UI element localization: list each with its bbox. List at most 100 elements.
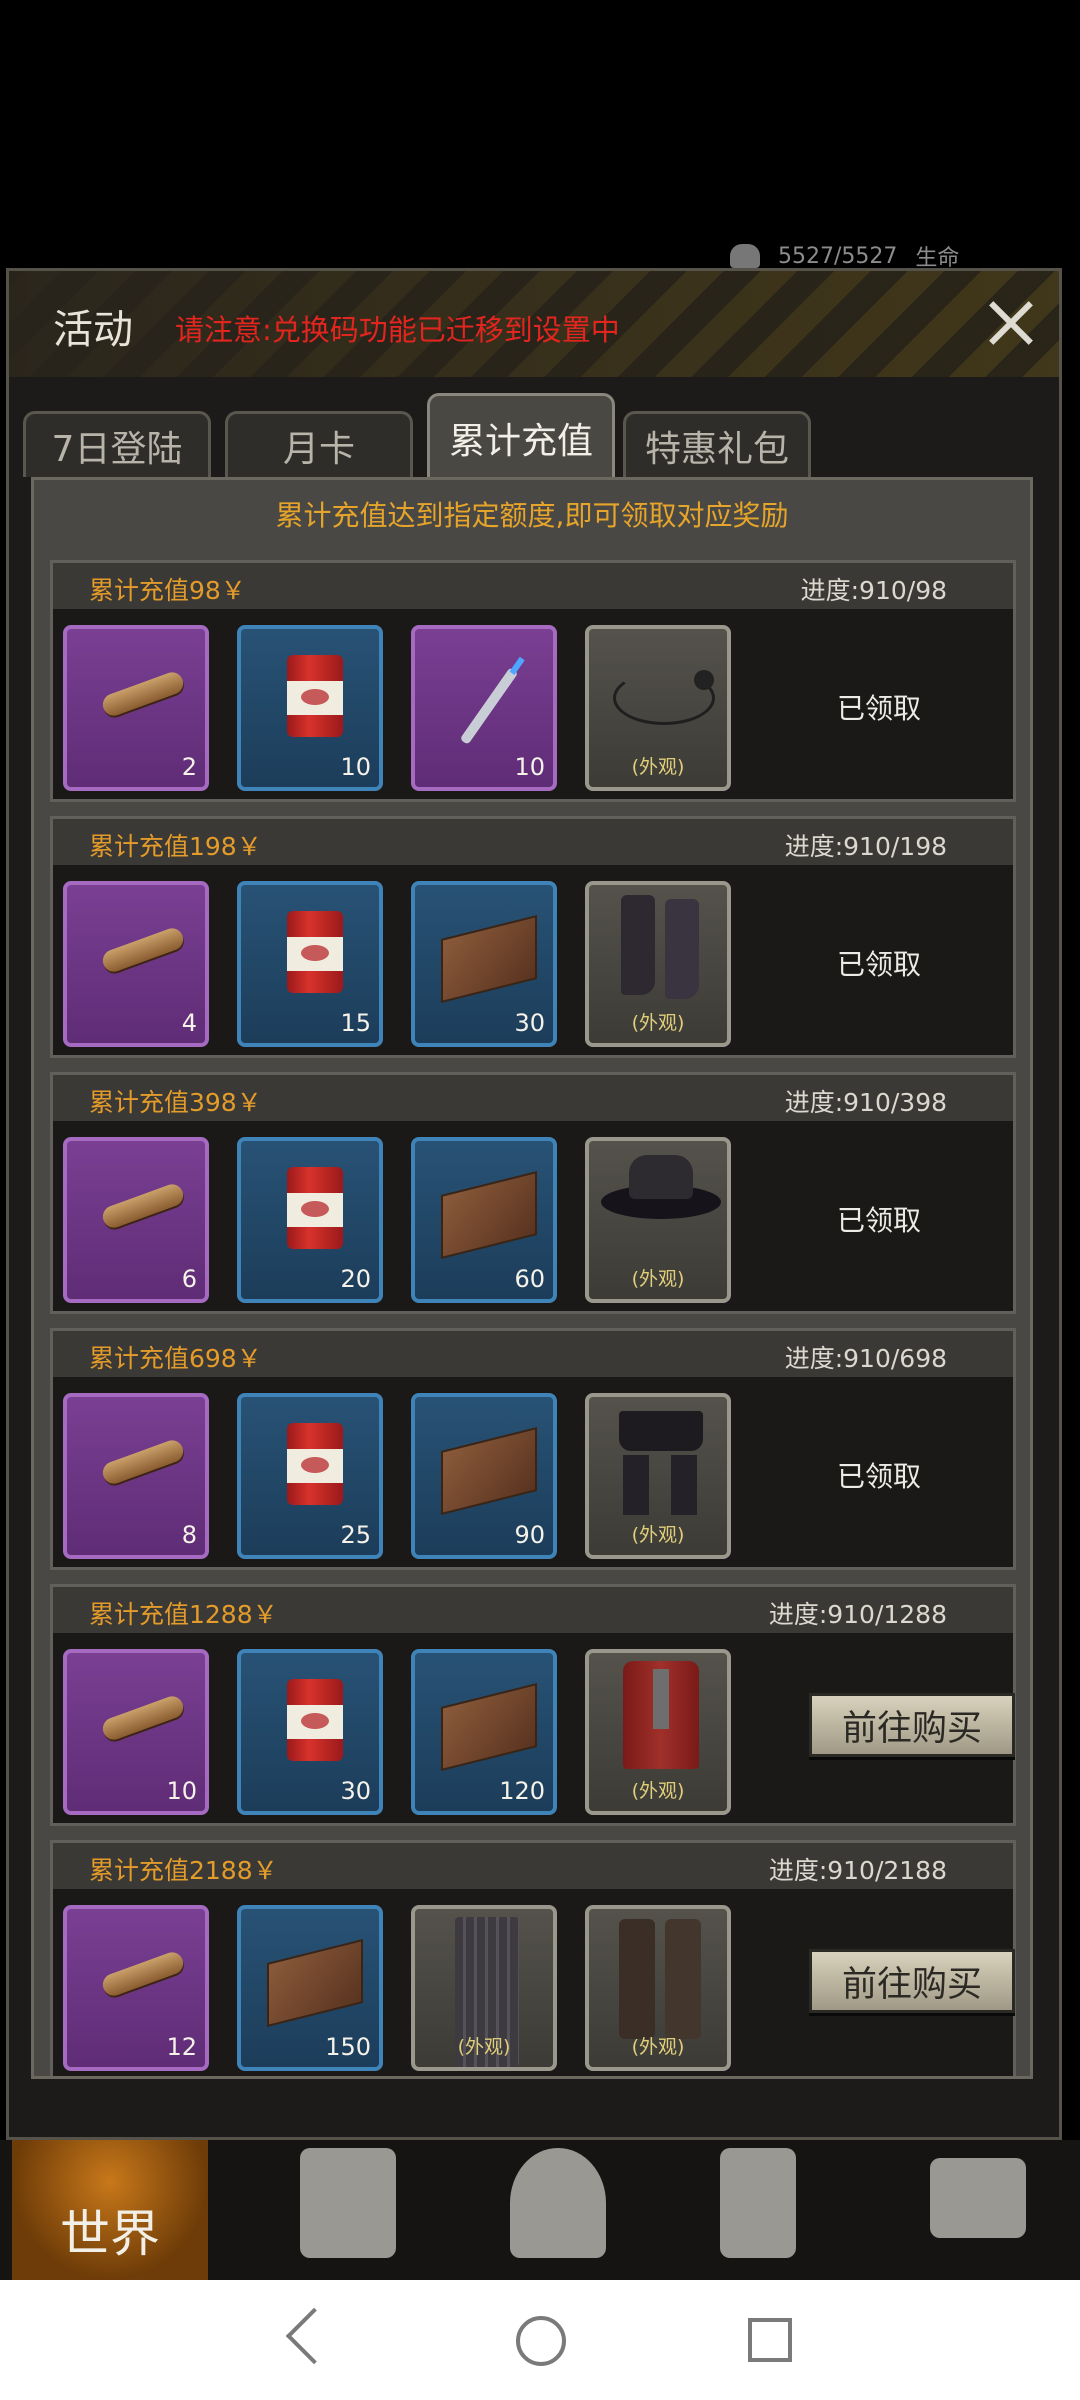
reward-item-slot[interactable]: 15 bbox=[237, 881, 383, 1047]
reward-tier-header: 累计充值398￥ 进度:910/398 bbox=[53, 1075, 1013, 1121]
meat-can-icon bbox=[287, 1167, 343, 1249]
reward-item-slot[interactable]: 10 bbox=[411, 625, 557, 791]
reward-tier: 累计充值698￥ 进度:910/698 8 25 90 (外观) 已领取 bbox=[50, 1328, 1016, 1570]
reward-item-slot[interactable]: (外观) bbox=[585, 1905, 731, 2071]
item-count: 6 bbox=[181, 1265, 197, 1293]
boots-icon bbox=[621, 895, 655, 995]
cigar-icon bbox=[99, 1181, 187, 1231]
reward-item-slot[interactable]: (外观) bbox=[585, 1137, 731, 1303]
stamina-value: 5527/5527 bbox=[778, 243, 898, 269]
reward-item-slot[interactable]: 8 bbox=[63, 1393, 209, 1559]
nav-crafting-button[interactable] bbox=[660, 2140, 860, 2280]
ammo-box-icon bbox=[441, 1427, 537, 1515]
tab-7day-login[interactable]: 7日登陆 bbox=[23, 411, 211, 477]
reward-item-slot[interactable]: (外观) bbox=[585, 1393, 731, 1559]
cigar-icon bbox=[99, 1437, 187, 1487]
back-icon[interactable] bbox=[282, 2310, 342, 2370]
close-icon[interactable] bbox=[981, 293, 1041, 353]
reward-item-slot[interactable]: 90 bbox=[411, 1393, 557, 1559]
recent-apps-icon[interactable] bbox=[748, 2318, 792, 2362]
head-icon bbox=[510, 2148, 606, 2258]
item-count: 120 bbox=[499, 1777, 545, 1805]
nav-world-button[interactable]: 世界 bbox=[12, 2140, 208, 2280]
claimed-status: 已领取 bbox=[836, 692, 922, 725]
cigar-icon bbox=[99, 1693, 187, 1743]
nav-skills-button[interactable] bbox=[450, 2140, 650, 2280]
item-count: 2 bbox=[181, 753, 197, 781]
shorts-icon bbox=[619, 1411, 703, 1515]
reward-item-slot[interactable]: 150 bbox=[237, 1905, 383, 2071]
meat-can-icon bbox=[287, 1423, 343, 1505]
ammo-box-icon bbox=[441, 1171, 537, 1259]
reward-tier-header: 累计充值698￥ 进度:910/698 bbox=[53, 1331, 1013, 1377]
reward-tier: 累计充值398￥ 进度:910/398 6 20 60 (外观) 已领取 bbox=[50, 1072, 1016, 1314]
item-count: 8 bbox=[181, 1521, 197, 1549]
reward-item-slot[interactable]: 30 bbox=[411, 881, 557, 1047]
reward-tier: 累计充值2188￥ 进度:910/2188 12 150 (外观) (外观) 前往购买 bbox=[50, 1840, 1016, 2076]
claimed-status: 已领取 bbox=[836, 948, 922, 981]
item-count: 10 bbox=[340, 753, 371, 781]
notice-text: 请注意:兑换码功能已迁移到设置中 bbox=[175, 313, 620, 347]
go-buy-button[interactable]: 前往购买 bbox=[809, 1949, 1015, 2013]
meat-can-icon bbox=[287, 655, 343, 737]
item-count: 10 bbox=[166, 1777, 197, 1805]
reward-tier: 累计充值1288￥ 进度:910/1288 10 30 120 (外观) 前往购买 bbox=[50, 1584, 1016, 1826]
appearance-tag: (外观) bbox=[631, 1524, 685, 1546]
reward-item-slot[interactable]: 4 bbox=[63, 881, 209, 1047]
reward-item-slot[interactable]: 60 bbox=[411, 1137, 557, 1303]
claimed-status: 已领取 bbox=[836, 1204, 922, 1237]
tier-name: 累计充值2188￥ bbox=[89, 1856, 278, 1885]
tier-progress: 进度:910/398 bbox=[784, 1088, 947, 1117]
hat-icon bbox=[601, 1155, 721, 1219]
tab-cumulative-recharge[interactable]: 累计充值 bbox=[427, 393, 615, 479]
calculator-icon bbox=[720, 2148, 796, 2258]
reward-tier-header: 累计充值1288￥ 进度:910/1288 bbox=[53, 1587, 1013, 1633]
meat-can-icon bbox=[287, 911, 343, 993]
reward-tier-header: 累计充值98￥ 进度:910/98 bbox=[53, 563, 1013, 609]
item-count: 12 bbox=[166, 2033, 197, 2061]
reward-item-slot[interactable]: (外观) bbox=[585, 1649, 731, 1815]
ammo-box-icon bbox=[441, 915, 537, 1003]
reward-item-slot[interactable]: (外观) bbox=[585, 625, 731, 791]
reward-item-slot[interactable]: 12 bbox=[63, 1905, 209, 2071]
reward-item-slot[interactable]: 10 bbox=[63, 1649, 209, 1815]
reward-tier: 累计充值198￥ 进度:910/198 4 15 30 (外观) 已领取 bbox=[50, 816, 1016, 1058]
reward-list[interactable]: 累计充值达到指定额度,即可领取对应奖励 累计充值98￥ 进度:910/98 2 10 1… bbox=[31, 477, 1033, 2079]
ammo-box-icon bbox=[267, 1939, 363, 2027]
tab-special-packs[interactable]: 特惠礼包 bbox=[623, 411, 811, 477]
tier-name: 累计充值198￥ bbox=[89, 832, 262, 861]
syringe-icon bbox=[459, 667, 519, 745]
nav-world-label: 世界 bbox=[60, 2205, 160, 2263]
go-buy-button[interactable]: 前往购买 bbox=[809, 1693, 1015, 1757]
item-count: 90 bbox=[514, 1521, 545, 1549]
reward-item-slot[interactable]: 120 bbox=[411, 1649, 557, 1815]
tab-monthly-card[interactable]: 月卡 bbox=[225, 411, 413, 477]
reward-item-slot[interactable]: 2 bbox=[63, 625, 209, 791]
item-count: 10 bbox=[514, 753, 545, 781]
activity-window: 活动 请注意:兑换码功能已迁移到设置中 7日登陆 月卡 累计充值 特惠礼包 累计… bbox=[6, 268, 1062, 2140]
item-count: 60 bbox=[514, 1265, 545, 1293]
reward-tier: 累计充值98￥ 进度:910/98 2 10 10 (外观) 已领取 bbox=[50, 560, 1016, 802]
system-nav-bar bbox=[0, 2280, 1080, 2400]
cigar-icon bbox=[99, 925, 187, 975]
appearance-tag: (外观) bbox=[631, 1780, 685, 1802]
item-count: 150 bbox=[325, 2033, 371, 2061]
item-count: 30 bbox=[340, 1777, 371, 1805]
tier-progress: 进度:910/2188 bbox=[768, 1856, 947, 1885]
tier-name: 累计充值698￥ bbox=[89, 1344, 262, 1373]
reward-item-slot[interactable]: 6 bbox=[63, 1137, 209, 1303]
nav-backpack-button[interactable] bbox=[240, 2140, 440, 2280]
nav-shop-button[interactable] bbox=[870, 2140, 1070, 2280]
window-header: 活动 请注意:兑换码功能已迁移到设置中 bbox=[9, 271, 1059, 377]
reward-item-slot[interactable]: 30 bbox=[237, 1649, 383, 1815]
reward-item-slot[interactable]: (外观) bbox=[411, 1905, 557, 2071]
cigar-icon bbox=[99, 669, 187, 719]
reward-item-slot[interactable]: 10 bbox=[237, 625, 383, 791]
reward-item-slot[interactable]: (外观) bbox=[585, 881, 731, 1047]
coat-icon bbox=[623, 1661, 699, 1769]
home-icon[interactable] bbox=[516, 2316, 566, 2366]
tier-progress: 进度:910/1288 bbox=[768, 1600, 947, 1629]
reward-item-slot[interactable]: 20 bbox=[237, 1137, 383, 1303]
item-count: 20 bbox=[340, 1265, 371, 1293]
reward-item-slot[interactable]: 25 bbox=[237, 1393, 383, 1559]
